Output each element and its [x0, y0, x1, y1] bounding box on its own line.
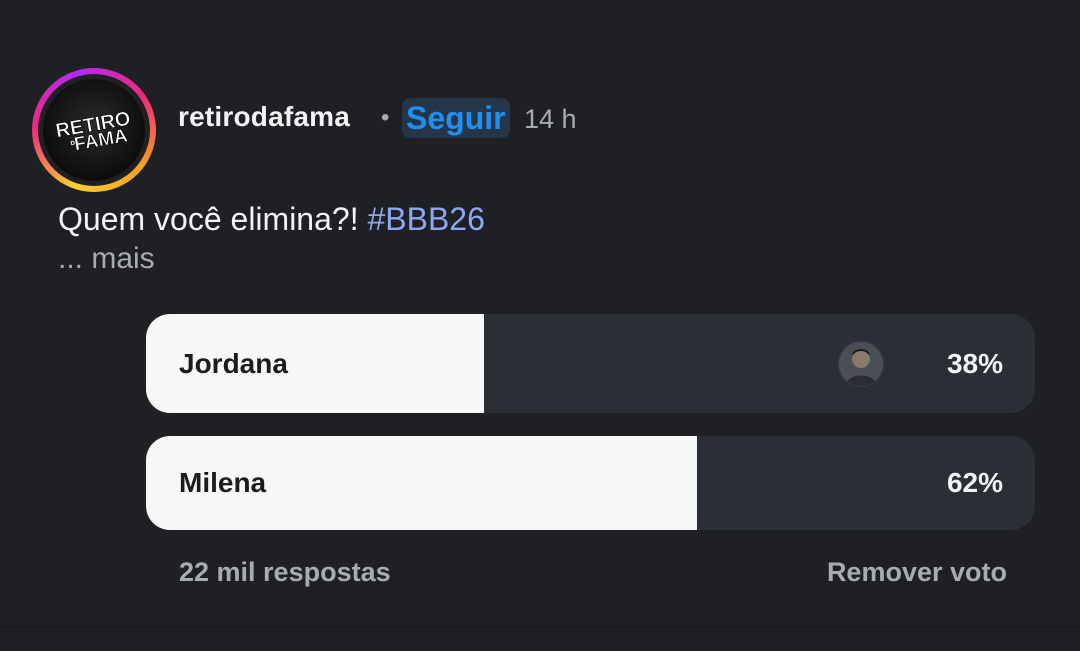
- post-caption: Quem você elimina?! #BBB26: [58, 201, 485, 238]
- separator-dot: •: [381, 104, 390, 131]
- more-link[interactable]: ... mais: [58, 242, 155, 276]
- logo-graphic: RETIRO DA FAMA: [54, 107, 133, 155]
- bottom-divider: [0, 626, 1080, 627]
- remove-vote-button[interactable]: Remover voto: [827, 557, 1007, 588]
- profile-avatar[interactable]: RETIRO DA FAMA: [32, 68, 156, 192]
- poll-option-label: Jordana: [179, 347, 288, 379]
- follow-button[interactable]: Seguir: [402, 98, 510, 138]
- caption-text: Quem você elimina?!: [58, 201, 368, 237]
- poll-option-label: Milena: [179, 467, 267, 498]
- hashtag-link[interactable]: #BBB26: [367, 201, 484, 237]
- poll-option-milena[interactable]: Milena 62%: [146, 436, 1035, 530]
- post-timestamp: 14 h: [524, 104, 577, 134]
- retiro-da-fama-logo: RETIRO DA FAMA: [43, 79, 145, 181]
- username[interactable]: retirodafama: [178, 101, 350, 133]
- poll-responses-count: 22 mil respostas: [179, 557, 391, 587]
- follow-label: Seguir: [406, 99, 506, 136]
- poll-option-percent: 62%: [946, 467, 1003, 498]
- voter-avatar-image: [839, 341, 883, 386]
- poll-option-percent: 38%: [946, 347, 1003, 379]
- post-container: RETIRO DA FAMA retirodafama • Seguir 14 …: [0, 0, 1080, 651]
- voter-avatar: [838, 340, 884, 387]
- avatar-gap: RETIRO DA FAMA: [38, 74, 150, 186]
- poll-option-jordana[interactable]: Jordana 38%: [146, 314, 1035, 413]
